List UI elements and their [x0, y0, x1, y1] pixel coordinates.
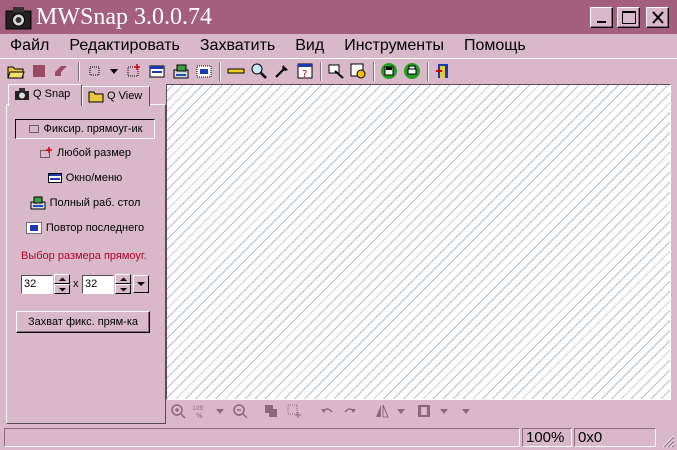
- zoom-100-icon[interactable]: 100%: [192, 403, 208, 419]
- capture-desktop-button[interactable]: Полный раб. стол: [15, 194, 155, 214]
- dropdown-arrow-icon[interactable]: [105, 62, 123, 80]
- open-folder-icon[interactable]: [7, 62, 25, 80]
- zoom-in-icon[interactable]: [170, 403, 186, 419]
- menu-bar: Файл Редактировать Захватить Вид Инструм…: [0, 34, 677, 58]
- tab-qsnap[interactable]: Q Snap: [8, 84, 82, 106]
- width-spinner[interactable]: [54, 274, 70, 295]
- capture-any-size-label: Любой размер: [56, 147, 132, 159]
- undo-icon[interactable]: [319, 403, 335, 419]
- capture-fixed-rect-button[interactable]: Фиксир. прямоуг-ик: [15, 119, 155, 139]
- flip-icon[interactable]: [374, 403, 390, 419]
- capture-desktop-label: Полный раб. стол: [49, 197, 141, 209]
- menu-capture[interactable]: Захватить: [190, 35, 285, 57]
- left-panel: Фиксир. прямоуг-ик Любой размер Окно/мен…: [6, 84, 166, 424]
- minimize-button[interactable]: [590, 7, 613, 28]
- width-down-button[interactable]: [54, 284, 70, 294]
- svg-text:100: 100: [192, 405, 204, 412]
- tab-qview-label: Q View: [107, 90, 143, 102]
- any-size-icon[interactable]: [125, 62, 143, 80]
- capture-window-button[interactable]: Окно/меню: [15, 169, 155, 189]
- repeat-last-icon[interactable]: [195, 62, 213, 80]
- qsnap-panel: Фиксир. прямоуг-ик Любой размер Окно/мен…: [6, 104, 166, 424]
- status-color: 0x0: [574, 428, 656, 447]
- capture-window-label: Окно/меню: [65, 172, 123, 184]
- ruler-icon[interactable]: [227, 62, 245, 80]
- crop-icon[interactable]: [286, 403, 302, 419]
- image-view-frame: [166, 84, 671, 400]
- magnifier-icon[interactable]: [250, 62, 268, 80]
- window-icon[interactable]: [148, 62, 166, 80]
- menu-edit[interactable]: Редактировать: [59, 35, 190, 57]
- capture-repeat-last-label: Повтор последнего: [45, 222, 145, 234]
- svg-text:%: %: [196, 412, 203, 419]
- menu-tools[interactable]: Инструменты: [334, 35, 454, 57]
- size-preset-dropdown[interactable]: [133, 275, 149, 293]
- status-zoom: 100%: [522, 428, 572, 447]
- svg-text:?: ?: [302, 69, 307, 80]
- any-size-icon: [39, 147, 52, 159]
- maximize-button[interactable]: [617, 7, 640, 28]
- dropdown-arrow-icon[interactable]: [393, 403, 409, 419]
- stop-icon[interactable]: [30, 62, 48, 80]
- tab-qview[interactable]: Q View: [82, 86, 150, 106]
- image-settings-icon[interactable]: [349, 62, 367, 80]
- size-separator: x: [73, 278, 79, 290]
- print-icon[interactable]: [403, 62, 421, 80]
- menu-view[interactable]: Вид: [285, 35, 334, 57]
- capture-fixed-rect-label: Фиксир. прямоуг-ик: [43, 123, 143, 135]
- color-picker-icon[interactable]: [273, 62, 291, 80]
- dropdown-arrow-icon[interactable]: [458, 403, 474, 419]
- capture-any-size-button[interactable]: Любой размер: [15, 144, 155, 164]
- dropdown-arrow-icon[interactable]: [212, 403, 228, 419]
- capture-fixed-button[interactable]: Захват фикс. прям-ка: [16, 311, 150, 333]
- height-spinner[interactable]: [115, 274, 131, 295]
- width-up-button[interactable]: [54, 274, 70, 284]
- settings-icon[interactable]: [327, 62, 345, 80]
- select-rect-icon[interactable]: [86, 62, 104, 80]
- fixed-rect-icon: [28, 125, 39, 134]
- save-icon[interactable]: [380, 62, 398, 80]
- desktop-icon[interactable]: [172, 62, 190, 80]
- frame-icon[interactable]: [416, 403, 432, 419]
- chevron-down-icon: [137, 282, 145, 286]
- main-toolbar: ?: [0, 58, 677, 84]
- status-bar: 100% 0x0: [0, 427, 677, 450]
- zoom-out-icon[interactable]: [232, 403, 248, 419]
- help-icon[interactable]: ?: [296, 62, 314, 80]
- folder-icon: [88, 91, 104, 103]
- camera-icon: [15, 88, 29, 100]
- menu-file[interactable]: Файл: [0, 35, 59, 57]
- repeat-last-icon: [25, 222, 42, 235]
- size-select-label: Выбор размера прямоуг.: [21, 250, 147, 262]
- resize-grip-icon[interactable]: [661, 434, 675, 448]
- image-canvas[interactable]: [167, 85, 670, 399]
- title-bar[interactable]: MWSnap 3.0.0.74: [0, 0, 677, 34]
- redo-icon[interactable]: [342, 403, 358, 419]
- width-input[interactable]: 32: [21, 275, 53, 294]
- window-title: MWSnap 3.0.0.74: [36, 4, 212, 30]
- image-toolbar: 100%: [166, 400, 671, 424]
- copy-icon[interactable]: [263, 403, 279, 419]
- window-icon: [47, 173, 62, 184]
- eraser-icon[interactable]: [53, 62, 71, 80]
- maximize-icon: [622, 11, 636, 24]
- close-icon: [652, 11, 664, 24]
- tab-qsnap-label: Q Snap: [33, 88, 71, 100]
- height-input[interactable]: 32: [82, 275, 114, 294]
- close-button[interactable]: [646, 7, 669, 28]
- dropdown-arrow-icon[interactable]: [436, 403, 452, 419]
- camera-icon: [5, 7, 32, 30]
- status-message: [4, 428, 520, 447]
- exit-icon[interactable]: [434, 62, 452, 80]
- minimize-icon: [597, 21, 606, 23]
- menu-help[interactable]: Помощь: [454, 35, 536, 57]
- height-up-button[interactable]: [115, 274, 131, 284]
- height-down-button[interactable]: [115, 284, 131, 294]
- desktop-icon: [30, 196, 46, 210]
- capture-repeat-last-button[interactable]: Повтор последнего: [15, 219, 155, 239]
